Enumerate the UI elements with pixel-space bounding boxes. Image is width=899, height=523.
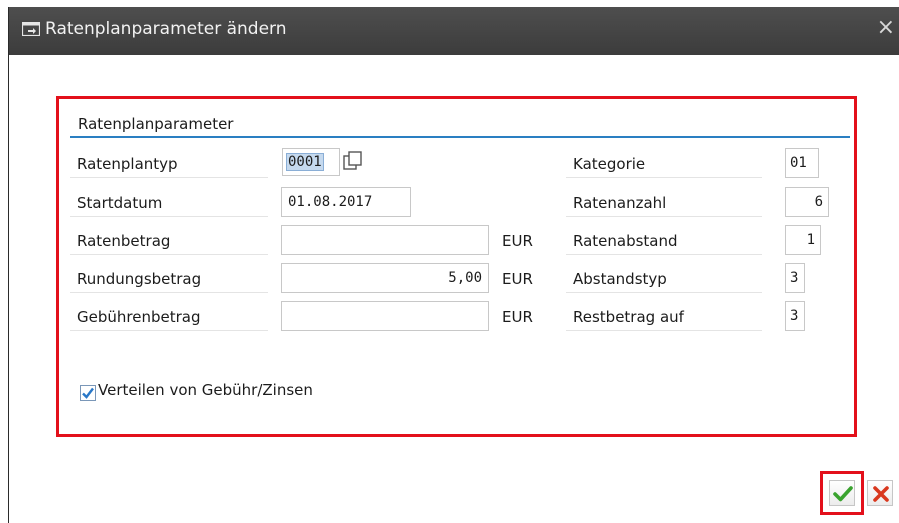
- title-bar[interactable]: Ratenplanparameter ändern ×: [9, 7, 899, 55]
- ratenbetrag-currency: EUR: [502, 232, 533, 250]
- dialog-title: Ratenplanparameter ändern: [45, 19, 287, 39]
- distribute-fee-checkbox[interactable]: [80, 385, 96, 401]
- value-help-icon[interactable]: [343, 150, 365, 172]
- cancel-button[interactable]: [867, 480, 893, 506]
- group-divider: [70, 136, 850, 138]
- kategorie-input[interactable]: 01: [785, 148, 819, 178]
- label-kategorie: Kategorie: [566, 150, 762, 178]
- ratenbetrag-input[interactable]: [281, 225, 489, 255]
- close-icon[interactable]: ×: [877, 17, 895, 39]
- label-restbetrag: Restbetrag auf: [566, 303, 762, 331]
- ratenplantyp-input[interactable]: 0001: [282, 148, 340, 176]
- label-ratenplantyp: Ratenplantyp: [70, 150, 268, 178]
- label-ratenanzahl: Ratenanzahl: [566, 189, 762, 217]
- ratenabstand-input[interactable]: 1: [785, 225, 821, 255]
- rundungsbetrag-input[interactable]: 5,00: [281, 263, 489, 293]
- label-ratenabstand: Ratenabstand: [566, 227, 762, 255]
- ratenanzahl-input[interactable]: 6: [785, 187, 829, 217]
- confirm-button[interactable]: [829, 480, 855, 506]
- abstandstyp-input[interactable]: 3: [785, 263, 805, 293]
- distribute-fee-label: Verteilen von Gebühr/Zinsen: [98, 381, 313, 399]
- label-gebuehrenbetrag: Gebührenbetrag: [70, 303, 268, 331]
- cancel-x-icon: [873, 486, 889, 502]
- dialog-window-icon: [22, 22, 40, 36]
- gebuehrenbetrag-currency: EUR: [502, 308, 533, 326]
- restbetrag-input[interactable]: 3: [785, 301, 805, 331]
- startdatum-input[interactable]: 01.08.2017: [281, 187, 411, 217]
- gebuehrenbetrag-input[interactable]: [281, 301, 489, 331]
- label-rundungsbetrag: Rundungsbetrag: [70, 265, 268, 293]
- label-abstandstyp: Abstandstyp: [566, 265, 762, 293]
- label-ratenbetrag: Ratenbetrag: [70, 227, 268, 255]
- checkmark-tick-icon: [82, 387, 94, 399]
- checkmark-icon: [833, 486, 853, 502]
- rundungsbetrag-currency: EUR: [502, 270, 533, 288]
- label-startdatum: Startdatum: [70, 189, 268, 217]
- group-title: Ratenplanparameter: [78, 115, 234, 133]
- ratenplantyp-value: 0001: [286, 153, 324, 171]
